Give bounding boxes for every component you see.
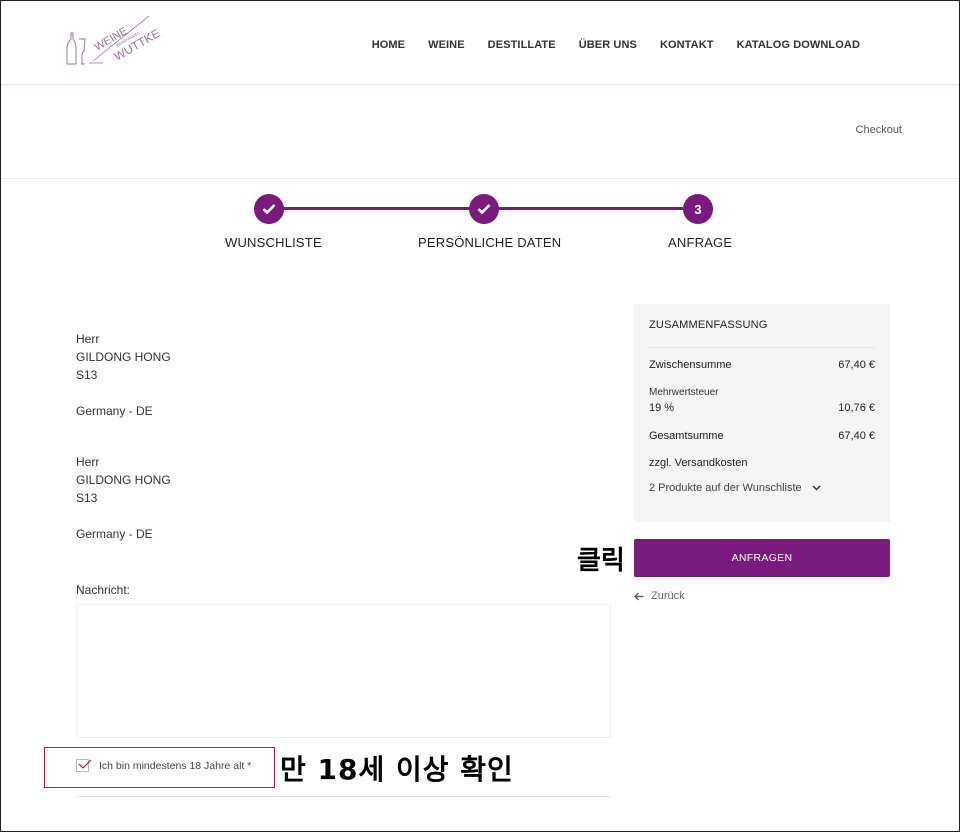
subtotal-label: Zwischensumme: [649, 359, 732, 371]
divider: [76, 796, 611, 797]
address-street: S13: [76, 491, 98, 505]
products-toggle-label: 2 Produkte auf der Wunschliste: [649, 482, 802, 494]
nav-katalog-download[interactable]: KATALOG DOWNLOAD: [737, 39, 860, 51]
logo[interactable]: WEINE WUTTKE WEINHANDEL: [63, 15, 163, 67]
step-2-circle: [469, 194, 499, 224]
message-textarea[interactable]: [76, 604, 611, 738]
bottle-logo-icon: WEINE WUTTKE WEINHANDEL: [66, 15, 162, 65]
address-country: Germany - DE: [76, 527, 153, 541]
summary-title: ZUSAMMENFASSUNG: [649, 319, 768, 331]
shipping-row: zzgl. Versandkosten: [649, 457, 875, 469]
age-checkbox-label[interactable]: Ich bin mindestens 18 Jahre alt *: [99, 760, 251, 772]
main-nav: HOME WEINE DESTILLATE ÜBER UNS KONTAKT K…: [372, 39, 860, 51]
nav-ueber-uns[interactable]: ÜBER UNS: [579, 39, 637, 51]
step-3-label: ANFRAGE: [668, 235, 733, 250]
subtotal-value: 67,40 €: [838, 359, 875, 371]
check-icon: [262, 204, 276, 215]
back-link[interactable]: Zurück: [634, 590, 685, 602]
vat-rate: 19 %: [649, 402, 675, 414]
check-icon: [477, 204, 491, 215]
total-value: 67,40 €: [838, 430, 875, 442]
order-summary: ZUSAMMENFASSUNG Zwischensumme 67,40 € Me…: [634, 304, 890, 522]
back-label: Zurück: [651, 590, 685, 602]
summary-divider: [649, 347, 875, 348]
anfragen-button[interactable]: ANFRAGEN: [634, 539, 890, 577]
annotation-age-text: 만 18세 이상 확인: [280, 753, 514, 786]
address-salutation: Herr: [76, 332, 100, 346]
address-country: Germany - DE: [76, 404, 153, 418]
nav-weine[interactable]: WEINE: [428, 39, 465, 51]
step-2-label: PERSÖNLICHE DATEN: [418, 235, 562, 250]
total-label: Gesamtsumme: [649, 430, 724, 442]
annotation-click-text: 클릭: [577, 546, 625, 576]
breadcrumb: Checkout: [855, 124, 902, 136]
nav-home[interactable]: HOME: [372, 39, 405, 51]
nav-kontakt[interactable]: KONTAKT: [660, 39, 714, 51]
message-label: Nachricht:: [76, 583, 131, 597]
subtotal-row: Zwischensumme 67,40 €: [649, 359, 875, 371]
arrow-left-icon: [634, 591, 644, 601]
page-title-band: Checkout: [1, 86, 959, 179]
shipping-note: zzgl. Versandkosten: [649, 457, 748, 469]
step-1-label: WUNSCHLISTE: [225, 235, 322, 250]
address-name: GILDONG HONG: [76, 350, 171, 364]
site-header: WEINE WUTTKE WEINHANDEL HOME WEINE DESTI…: [1, 1, 959, 85]
step-1-circle: [254, 194, 284, 224]
vat-value: 10,76 €: [838, 402, 875, 414]
vat-label: Mehrwertsteuer: [649, 387, 719, 398]
shipping-address: Herr GILDONG HONG S13 Germany - DE: [76, 453, 171, 543]
billing-address: Herr GILDONG HONG S13 Germany - DE: [76, 330, 171, 420]
address-street: S13: [76, 368, 98, 382]
address-salutation: Herr: [76, 455, 100, 469]
checkmark-icon: [78, 759, 92, 769]
vat-row: 19 % 10,76 €: [649, 402, 875, 414]
step-3-circle: 3: [683, 194, 713, 224]
age-checkbox[interactable]: [76, 759, 92, 772]
address-name: GILDONG HONG: [76, 473, 171, 487]
chevron-down-icon: [812, 485, 821, 491]
products-toggle[interactable]: 2 Produkte auf der Wunschliste: [649, 482, 821, 494]
total-row: Gesamtsumme 67,40 €: [649, 430, 875, 442]
nav-destillate[interactable]: DESTILLATE: [488, 39, 556, 51]
